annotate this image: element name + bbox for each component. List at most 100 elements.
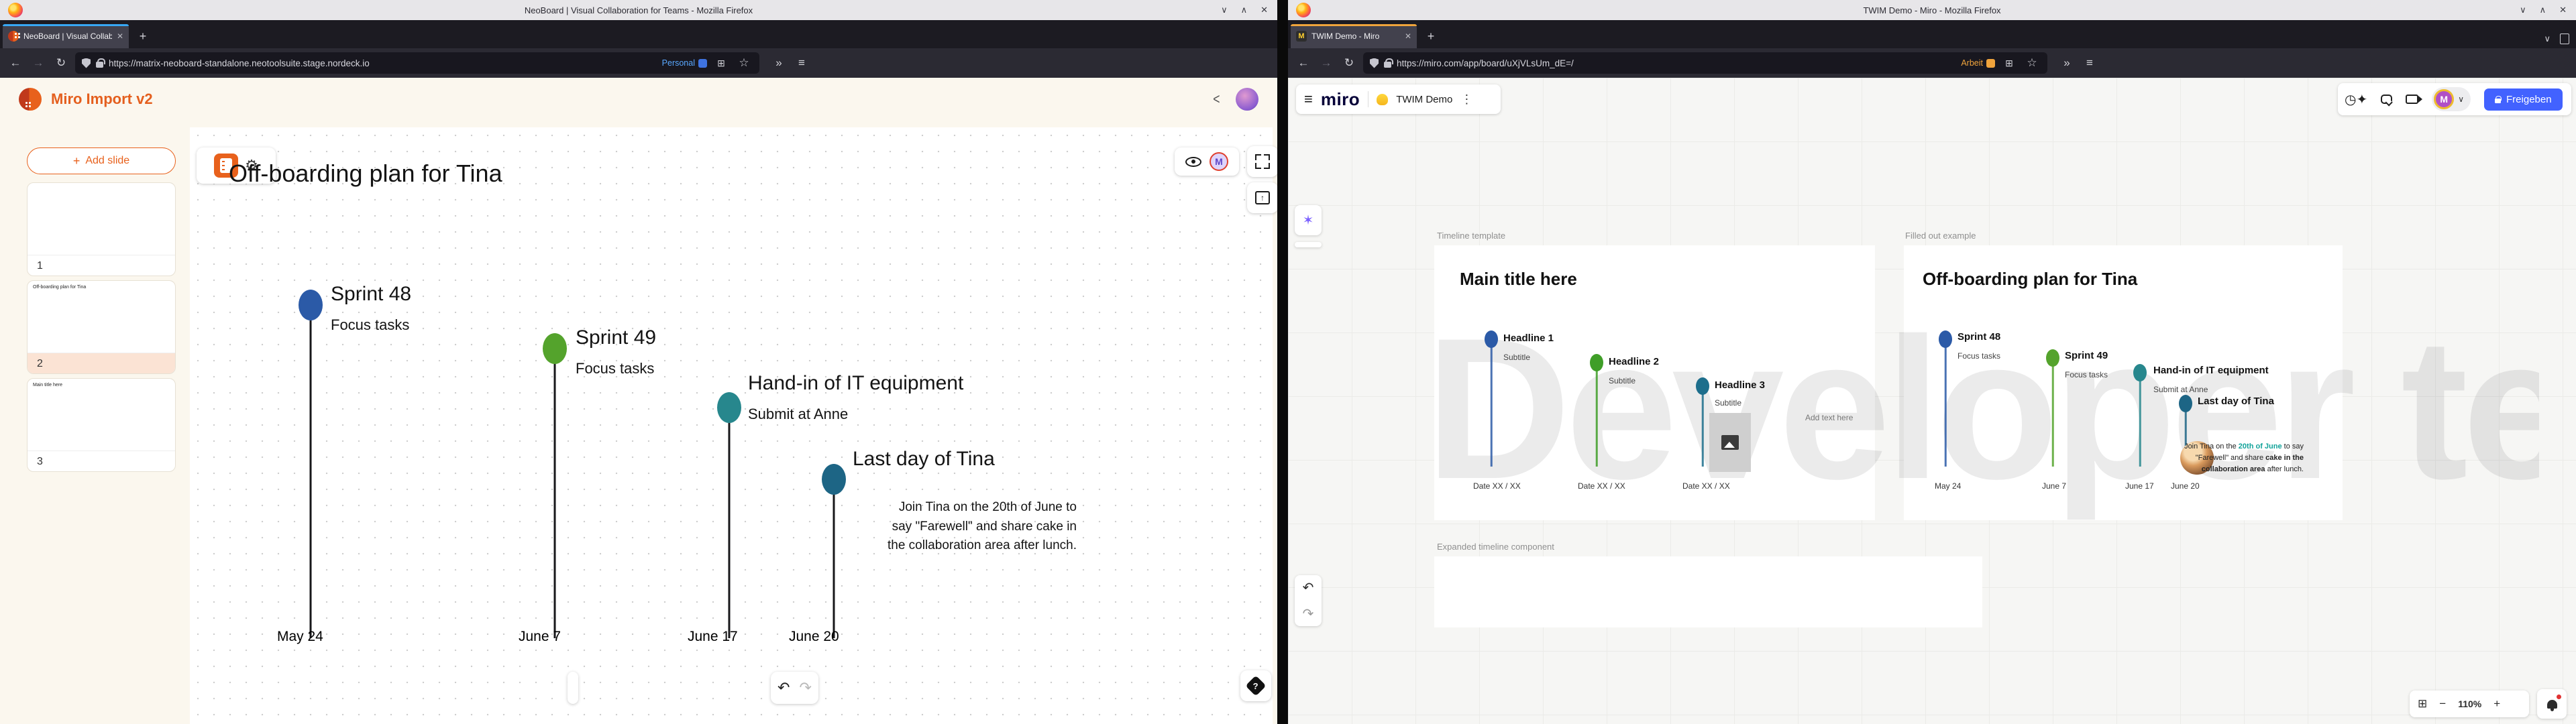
extensions-grid-icon[interactable]: ⊞: [712, 58, 730, 69]
zoom-out-button[interactable]: −: [2439, 697, 2446, 711]
milestone-dot[interactable]: [1485, 330, 1498, 348]
titlebar[interactable]: NeoBoard | Visual Collaboration for Team…: [0, 0, 1277, 20]
milestone-title[interactable]: Sprint 48: [331, 283, 411, 306]
timeline-date[interactable]: Date XX / XX: [1473, 481, 1521, 491]
milestone-title[interactable]: Hand-in of IT equipment: [748, 372, 963, 395]
eye-icon[interactable]: [1185, 157, 1201, 167]
milestone-title[interactable]: Sprint 49: [2065, 350, 2108, 361]
timeline-date[interactable]: Date XX / XX: [1578, 481, 1625, 491]
milestone-dot[interactable]: [1590, 354, 1603, 371]
milestone-dot[interactable]: [1939, 330, 1952, 348]
add-text-hint[interactable]: Add text here: [1805, 413, 1853, 422]
milestone-stem[interactable]: [833, 479, 835, 638]
frame-label[interactable]: Timeline template: [1437, 231, 1505, 241]
tab-close-icon[interactable]: ✕: [117, 32, 123, 41]
milestone-dot[interactable]: [1696, 377, 1709, 395]
timeline-date[interactable]: May 24: [1935, 481, 1961, 491]
forward-button[interactable]: →: [30, 56, 47, 70]
zoom-in-button[interactable]: +: [2493, 697, 2500, 711]
new-tab-button[interactable]: +: [1421, 26, 1441, 46]
close-button[interactable]: ✕: [2559, 5, 2567, 15]
close-button[interactable]: ✕: [1260, 5, 1268, 15]
tracking-shield-icon[interactable]: [82, 58, 91, 68]
reload-button[interactable]: ↻: [52, 56, 70, 70]
milestone-dot[interactable]: [2179, 395, 2192, 412]
milestone-title[interactable]: Headline 3: [1715, 379, 1765, 391]
list-tabs-chevron[interactable]: ∨: [2544, 34, 2551, 44]
milestone-subtitle[interactable]: Focus tasks: [331, 316, 409, 334]
back-button[interactable]: ←: [1295, 56, 1312, 70]
board-name[interactable]: TWIM Demo: [1396, 94, 1452, 105]
url-text[interactable]: https://matrix-neoboard-standalone.neoto…: [109, 58, 657, 68]
milestone-dot-lastday[interactable]: [822, 464, 846, 495]
milestone-stem[interactable]: [1491, 339, 1493, 467]
main-menu-hamburger-icon[interactable]: ≡: [1304, 90, 1313, 108]
frame-label[interactable]: Filled out example: [1905, 231, 1976, 241]
help-button[interactable]: ?: [1240, 670, 1271, 701]
milestone-note[interactable]: Join Tina on the 20th of June to say "Fa…: [881, 498, 1077, 556]
minimize-button[interactable]: ∨: [1221, 5, 1228, 15]
url-bar[interactable]: https://miro.com/app/board/uXjVLsUm_dE=/…: [1363, 52, 2047, 74]
tab-miro[interactable]: M TWIM Demo - Miro ✕: [1291, 24, 1417, 48]
frame-title[interactable]: Off-boarding plan for Tina: [1923, 269, 2137, 290]
maximize-button[interactable]: ∧: [1241, 5, 1248, 15]
milestone-subtitle[interactable]: Submit at Anne: [748, 406, 848, 423]
menu-hamburger-icon[interactable]: ≡: [2081, 56, 2098, 70]
present-button[interactable]: ↑: [1247, 182, 1277, 213]
redo-icon[interactable]: ↷: [1303, 605, 1314, 622]
milestone-stem[interactable]: [310, 305, 312, 638]
overflow-chevrons[interactable]: »: [2058, 56, 2076, 70]
milestone-subtitle[interactable]: Subtitle: [1715, 398, 1741, 408]
lock-icon[interactable]: [1384, 62, 1391, 68]
new-tab-button[interactable]: +: [133, 26, 153, 46]
ai-assist-button[interactable]: ✶: [1295, 205, 1322, 235]
milestone-subtitle[interactable]: Subtitle: [1609, 376, 1635, 385]
slide-card-1[interactable]: 1: [27, 182, 176, 276]
add-slide-button[interactable]: + Add slide: [27, 147, 176, 174]
image-placeholder[interactable]: [1709, 413, 1751, 472]
chat-icon[interactable]: [2381, 95, 2392, 104]
extensions-grid-icon[interactable]: ⊞: [2000, 58, 2018, 69]
timeline-date[interactable]: June 17: [2125, 481, 2154, 491]
frames-panel-icon[interactable]: ⊞: [2418, 697, 2427, 711]
maximize-button[interactable]: ∧: [2540, 5, 2546, 15]
timeline-date[interactable]: Date XX / XX: [1682, 481, 1730, 491]
timeline-date[interactable]: June 20: [2171, 481, 2200, 491]
back-button[interactable]: ←: [7, 56, 24, 70]
undo-icon[interactable]: ↶: [777, 679, 790, 697]
tracking-shield-icon[interactable]: [1370, 58, 1379, 68]
milestone-subtitle[interactable]: Focus tasks: [576, 360, 654, 377]
milestone-title[interactable]: Sprint 49: [576, 326, 656, 349]
tab-neoboard[interactable]: NeoBoard | Visual Collab ✕: [3, 24, 129, 48]
timeline-date[interactable]: May 24: [277, 629, 323, 645]
user-avatar-pill[interactable]: M ∨: [2432, 87, 2471, 111]
whiteboard-canvas[interactable]: ⚙ Off-boarding plan for Tina M ↑: [190, 127, 1273, 724]
frame-label[interactable]: Expanded timeline component: [1437, 542, 1554, 552]
collaborator-avatar[interactable]: M: [1210, 152, 1228, 171]
milestone-subtitle[interactable]: Subtitle: [1503, 353, 1530, 362]
menu-hamburger-icon[interactable]: ≡: [793, 56, 810, 70]
minimize-button[interactable]: ∨: [2520, 5, 2526, 15]
miro-logo[interactable]: miro: [1321, 89, 1360, 110]
undo-icon[interactable]: ↶: [1303, 579, 1314, 596]
milestone-title[interactable]: Last day of Tina: [853, 448, 995, 471]
overflow-chevrons[interactable]: »: [770, 56, 788, 70]
timer-icon[interactable]: ◷✦: [2345, 91, 2367, 108]
share-button[interactable]: Freigeben: [2484, 88, 2563, 111]
tab-icon[interactable]: [2560, 34, 2569, 44]
milestone-dot[interactable]: [2133, 364, 2147, 381]
fullscreen-button[interactable]: [1247, 146, 1277, 177]
url-text[interactable]: https://miro.com/app/board/uXjVLsUm_dE=/: [1397, 58, 1955, 68]
lock-icon[interactable]: [96, 62, 103, 68]
milestone-stem[interactable]: [554, 349, 556, 638]
milestone-title[interactable]: Headline 1: [1503, 333, 1554, 344]
milestone-stem[interactable]: [729, 408, 731, 638]
timeline-date[interactable]: June 20: [789, 629, 839, 645]
farewell-note[interactable]: Join Tina on the 20th of June to say "Fa…: [2184, 441, 2304, 475]
milestone-title[interactable]: Last day of Tina: [2198, 396, 2274, 407]
milestone-title[interactable]: Hand-in of IT equipment: [2153, 365, 2269, 376]
frame-title[interactable]: Main title here: [1460, 269, 1577, 290]
slide-card-3[interactable]: Main title here 3: [27, 378, 176, 472]
milestone-dot-sprint48[interactable]: [299, 290, 323, 320]
slide-card-2[interactable]: Off-boarding plan for Tina 2: [27, 280, 176, 374]
